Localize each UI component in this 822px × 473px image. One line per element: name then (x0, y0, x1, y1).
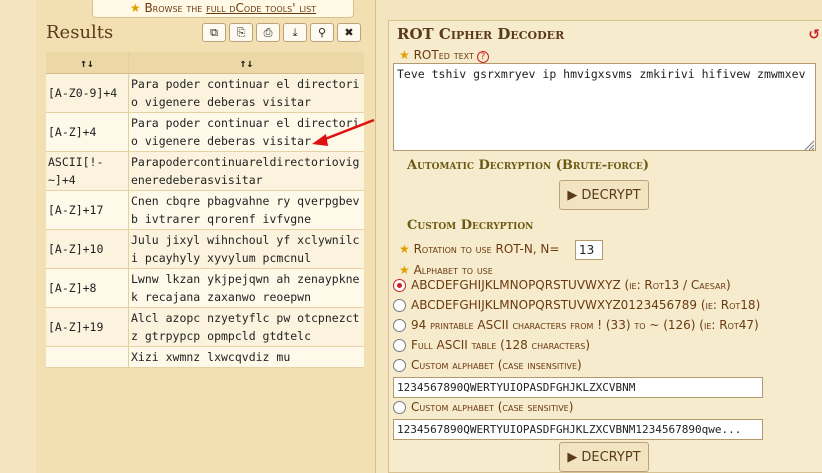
decoder-title: ROT Cipher Decoder (397, 25, 565, 43)
clone-button[interactable]: ⎘ (229, 23, 253, 42)
row-key: [A-Z]+10 (48, 242, 104, 256)
option-label: Custom alphabet (case sensitive) (411, 400, 574, 414)
help-icon[interactable]: ? (476, 51, 489, 63)
row-key: [A-Z]+17 (48, 203, 104, 217)
download-button[interactable]: ⤓ (283, 23, 307, 42)
custom-alphabet-sensitive-input[interactable]: 1234567890QWERTYUIOPASDFGHJKLZXCVBNM1234… (393, 419, 763, 440)
row-text: Parapodercontinuareldirectoriovigenerede… (128, 152, 364, 190)
browse-tools-banner: ★ Browse the full dCode tools' list (92, 0, 354, 18)
radio-icon[interactable] (393, 338, 406, 352)
row-text: Xizi xwmnz lxwcqvdiz mu (128, 347, 364, 367)
results-title: Results (46, 22, 114, 43)
table-row[interactable]: Xizi xwmnz lxwcqvdiz mu (46, 347, 364, 368)
table-row[interactable]: [A-Z]+8 Lwnw lkzan ykjpejqwn ah zenaypkn… (46, 269, 364, 308)
table-row[interactable]: [A-Z]+19 Alcl azopc nzyetyflc pw otcpnez… (46, 308, 364, 347)
row-key (46, 347, 128, 367)
table-row[interactable]: [A-Z]+10 Julu jixyl wihnchoul yf xclywni… (46, 230, 364, 269)
row-key: [A-Z]+8 (48, 281, 97, 295)
radio-selected-icon[interactable] (393, 278, 406, 292)
alphabet-option-rot13[interactable]: ABCDEFGHIJKLMNOPQRSTUVWXYZ (ie: Rot13 / … (393, 278, 731, 292)
star-icon: ★ (129, 1, 141, 15)
table-row[interactable]: [A-Z]+17 Cnen cbqre pbagvahne ry qverpgb… (46, 191, 364, 230)
radio-icon[interactable] (393, 318, 406, 332)
alphabet-option-custom-sensitive[interactable]: Custom alphabet (case sensitive) (393, 400, 573, 414)
rot-text-label: ★ ROTed text? (399, 48, 489, 63)
option-label: ABCDEFGHIJKLMNOPQRSTUVWXYZ0123456789 (ie… (411, 298, 761, 312)
radio-icon[interactable] (393, 298, 406, 312)
row-text: Para poder continuar el directorio vigen… (128, 74, 364, 112)
table-row[interactable]: [A-Z0-9]+4 Para poder continuar el direc… (46, 74, 364, 113)
auto-decrypt-button[interactable]: ▶ DECRYPT (559, 180, 649, 210)
browse-prefix: Browse the (144, 1, 207, 15)
results-panel: ★ Browse the full dCode tools' list Resu… (36, 0, 376, 473)
custom-decrypt-button[interactable]: ▶ DECRYPT (559, 442, 649, 472)
alphabet-option-rot18[interactable]: ABCDEFGHIJKLMNOPQRSTUVWXYZ0123456789 (ie… (393, 298, 760, 312)
row-key: ASCII[!-~]+4 (48, 155, 104, 187)
red-arrow-annotation-icon (312, 118, 375, 146)
option-label: ABCDEFGHIJKLMNOPQRSTUVWXYZ (ie: Rot13 / … (411, 278, 731, 292)
resize-grip-icon[interactable] (803, 139, 815, 151)
alphabet-label: ★ Alphabet to use (399, 263, 493, 277)
rotation-n-input[interactable]: 13 (575, 240, 603, 260)
row-text: Lwnw lkzan ykjpejqwn ah zenaypknek recaj… (128, 269, 364, 307)
alphabet-label-text: Alphabet to use (413, 263, 493, 277)
play-icon: ▶ (567, 449, 578, 465)
rotation-label: ★ Rotation to use ROT-N, N= (399, 242, 559, 256)
results-table: ↑↓ ↑↓ [A-Z0-9]+4 Para poder continuar el… (46, 52, 364, 368)
row-text: Cnen cbqre pbagvahne ry qverpgbevb ivtra… (128, 191, 364, 229)
pin-button[interactable]: ⚲ (310, 23, 334, 42)
sort-text-column-icon[interactable]: ↑↓ (128, 52, 364, 73)
auto-decrypt-label: DECRYPT (581, 187, 641, 203)
automatic-decryption-title: Automatic Decryption (Brute-force) (407, 158, 650, 173)
row-text: Julu jixyl wihnchoul yf xclywnilci pcayh… (128, 230, 364, 268)
rotation-label-text: Rotation to use ROT-N, N= (413, 242, 560, 256)
row-key: [A-Z0-9]+4 (48, 86, 118, 100)
results-toolbar: ⧉ ⎘ ⎙ ⤓ ⚲ ✖ (202, 23, 361, 42)
star-icon: ★ (399, 48, 410, 62)
rot-text-label-text: ROTed text (413, 48, 474, 62)
refresh-icon[interactable]: ↺ (808, 27, 820, 43)
print-button[interactable]: ⎙ (256, 23, 280, 42)
row-text: Alcl azopc nzyetyflc pw otcpnezctz gtrpy… (128, 308, 364, 346)
row-key: [A-Z]+19 (48, 320, 104, 334)
rot-text-input[interactable] (393, 63, 816, 151)
radio-icon[interactable] (393, 358, 406, 372)
row-key: [A-Z]+4 (48, 125, 97, 139)
play-icon: ▶ (567, 187, 578, 203)
alphabet-option-rot47[interactable]: 94 printable ASCII characters from ! (33… (393, 318, 759, 332)
close-button[interactable]: ✖ (337, 23, 361, 42)
radio-icon[interactable] (393, 400, 406, 414)
table-row[interactable]: ASCII[!-~]+4 Parapodercontinuareldirecto… (46, 152, 364, 191)
custom-alphabet-insensitive-input[interactable]: 1234567890QWERTYUIOPASDFGHJKLZXCVBNM (393, 377, 763, 398)
option-label: Custom alphabet (case insensitive) (411, 358, 582, 372)
alphabet-option-full-ascii[interactable]: Full ASCII table (128 characters) (393, 338, 590, 352)
sort-key-column-icon[interactable]: ↑↓ (46, 52, 128, 73)
option-label: 94 printable ASCII characters from ! (33… (411, 318, 759, 332)
full-tools-list-link[interactable]: full dCode tools' list (206, 1, 316, 15)
copy-button[interactable]: ⧉ (202, 23, 226, 42)
decoder-panel: ROT Cipher Decoder ↺ ★ ROTed text? Autom… (388, 20, 822, 473)
star-icon: ★ (399, 263, 410, 277)
alphabet-option-custom-insensitive[interactable]: Custom alphabet (case insensitive) (393, 358, 582, 372)
star-icon: ★ (399, 242, 410, 256)
custom-decrypt-label: DECRYPT (581, 449, 641, 465)
option-label: Full ASCII table (128 characters) (411, 338, 591, 352)
table-header: ↑↓ ↑↓ (46, 52, 364, 74)
custom-decryption-title: Custom Decryption (407, 218, 534, 233)
